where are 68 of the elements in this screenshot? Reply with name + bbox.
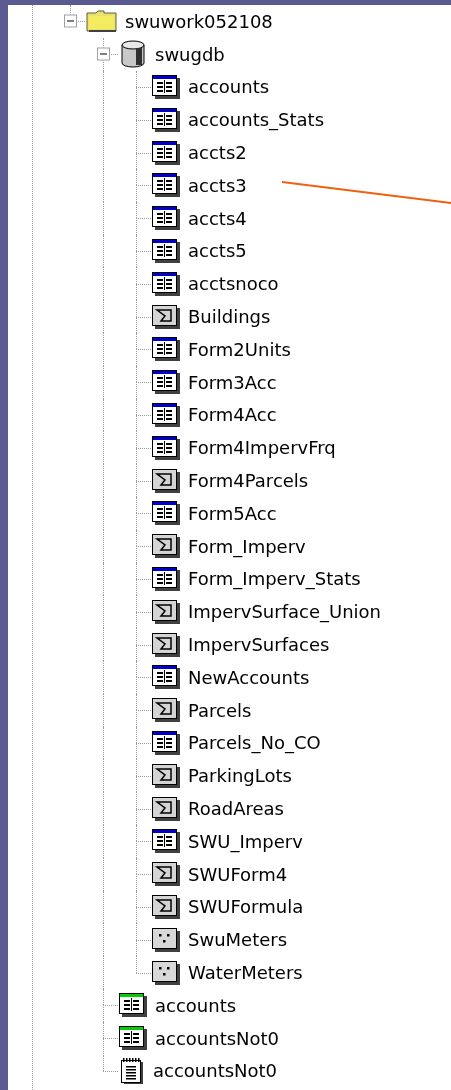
- tree-item-label[interactable]: accountsNot0: [155, 1024, 280, 1052]
- tree-item-label[interactable]: accts4: [188, 204, 247, 232]
- tree-item-label[interactable]: swugdb: [155, 40, 225, 68]
- table-icon: [152, 238, 180, 263]
- polygon-layer-icon: [152, 894, 180, 919]
- tree-item-label[interactable]: accts3: [188, 171, 247, 199]
- table-icon: [152, 665, 180, 690]
- table-icon: [152, 140, 180, 165]
- tree-item-label[interactable]: SWUForm4: [188, 860, 288, 888]
- table-icon: [152, 206, 180, 231]
- table-icon: [152, 501, 180, 526]
- table-icon: [152, 75, 180, 99]
- table-icon: [152, 370, 180, 395]
- folder-icon: [86, 9, 117, 34]
- polygon-layer-icon: [152, 468, 180, 493]
- table-icon: [152, 730, 180, 755]
- tree-item-label[interactable]: SwuMeters: [188, 926, 288, 954]
- tree-item-label[interactable]: SWUFormula: [188, 893, 304, 921]
- tree-item-label[interactable]: acctsnoco: [188, 270, 279, 298]
- table-icon: [152, 829, 180, 854]
- notepad-icon: [119, 1056, 145, 1085]
- tree-item-label[interactable]: Form_Imperv_Stats: [188, 565, 361, 593]
- polygon-layer-icon: [152, 632, 180, 657]
- tree-item-label[interactable]: Form4ImpervFrq: [188, 434, 336, 462]
- table-icon: [152, 271, 180, 296]
- tree-item-label[interactable]: Parcels: [188, 696, 252, 724]
- tree-item-label[interactable]: Parcels_No_CO: [188, 729, 321, 757]
- polygon-layer-icon: [152, 862, 180, 887]
- tree-item-label[interactable]: WaterMeters: [188, 959, 303, 986]
- table-icon: [152, 435, 180, 460]
- tree-item-label[interactable]: NewAccounts: [188, 663, 310, 691]
- tree-item-label[interactable]: Form4Acc: [188, 401, 277, 429]
- tree-item-label[interactable]: Form5Acc: [188, 499, 277, 527]
- tree-item-label[interactable]: swuwork052108: [125, 7, 273, 35]
- tree-item-label[interactable]: ImpervSurfaces: [188, 631, 330, 659]
- tree-item-label[interactable]: accounts_Stats: [188, 106, 325, 134]
- table-icon: [152, 173, 180, 198]
- polygon-layer-icon: [152, 534, 180, 559]
- tree-item-label[interactable]: SWU_Imperv: [188, 827, 303, 855]
- table-icon: [152, 107, 180, 132]
- tree-item-label[interactable]: Form4Parcels: [188, 467, 309, 495]
- polygon-layer-icon: [152, 763, 180, 788]
- tree-item-label[interactable]: Form_Imperv: [188, 532, 306, 560]
- tree-item-label[interactable]: accounts: [155, 991, 237, 1019]
- tree-item-label[interactable]: Buildings: [188, 303, 271, 331]
- polygon-layer-icon: [152, 304, 180, 329]
- table-icon: [119, 1026, 147, 1051]
- tree-item-label[interactable]: ImpervSurface_Union: [188, 598, 381, 626]
- point-layer-icon: [152, 927, 180, 952]
- table-icon: [152, 402, 180, 427]
- table-icon: [152, 337, 180, 362]
- polygon-layer-icon: [152, 599, 180, 624]
- tree-item-label[interactable]: RoadAreas: [188, 795, 284, 822]
- point-layer-icon: [152, 960, 180, 985]
- tree-item-label[interactable]: ParkingLots: [188, 762, 292, 790]
- tree-item-label[interactable]: accts5: [188, 237, 247, 265]
- table-icon: [152, 566, 180, 591]
- expand-toggle[interactable]: [97, 47, 110, 61]
- polygon-layer-icon: [152, 698, 180, 723]
- polygon-layer-icon: [152, 796, 180, 821]
- tree-item-label[interactable]: Form2Units: [188, 335, 291, 363]
- table-icon: [119, 993, 147, 1018]
- tree-item-label[interactable]: accounts: [188, 73, 270, 101]
- tree-item-label[interactable]: Form3Acc: [188, 368, 277, 396]
- tree-item-label[interactable]: accts2: [188, 139, 247, 167]
- expand-toggle[interactable]: [64, 14, 77, 28]
- tree-item-label[interactable]: accountsNot0: [153, 1057, 278, 1085]
- database-icon: [119, 40, 147, 69]
